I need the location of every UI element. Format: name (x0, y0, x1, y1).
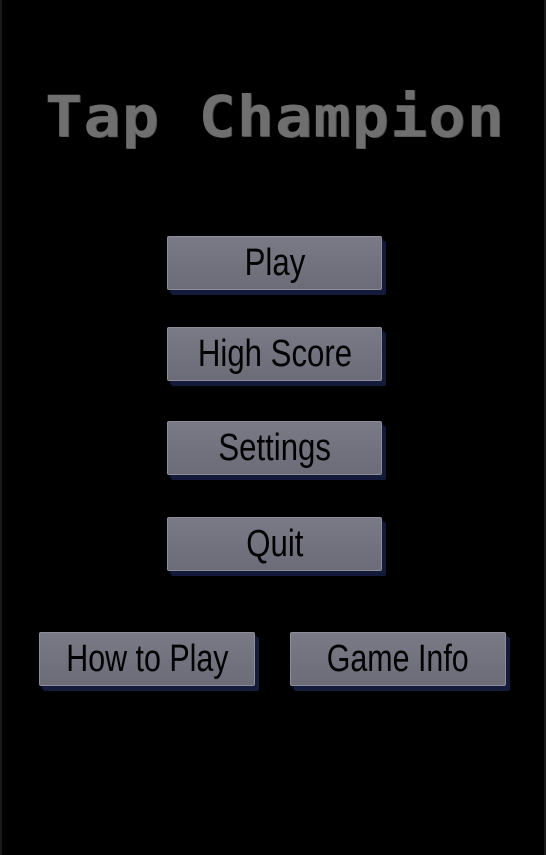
game-title: Tap Champion (45, 82, 505, 151)
main-menu-screen: Tap Champion Play High Score Settings Qu… (0, 0, 546, 855)
play-button[interactable]: Play (167, 236, 382, 290)
game-info-button[interactable]: Game Info (290, 632, 506, 686)
quit-button-label: Quit (245, 523, 304, 565)
high-score-button-label: High Score (197, 333, 352, 375)
high-score-button[interactable]: High Score (167, 327, 382, 381)
settings-button-label: Settings (218, 427, 331, 469)
play-button-label: Play (244, 242, 305, 284)
how-to-play-button-label: How to Play (65, 638, 229, 680)
settings-button[interactable]: Settings (167, 421, 382, 475)
game-info-button-label: Game Info (327, 638, 469, 680)
quit-button[interactable]: Quit (167, 517, 382, 571)
how-to-play-button[interactable]: How to Play (39, 632, 255, 686)
